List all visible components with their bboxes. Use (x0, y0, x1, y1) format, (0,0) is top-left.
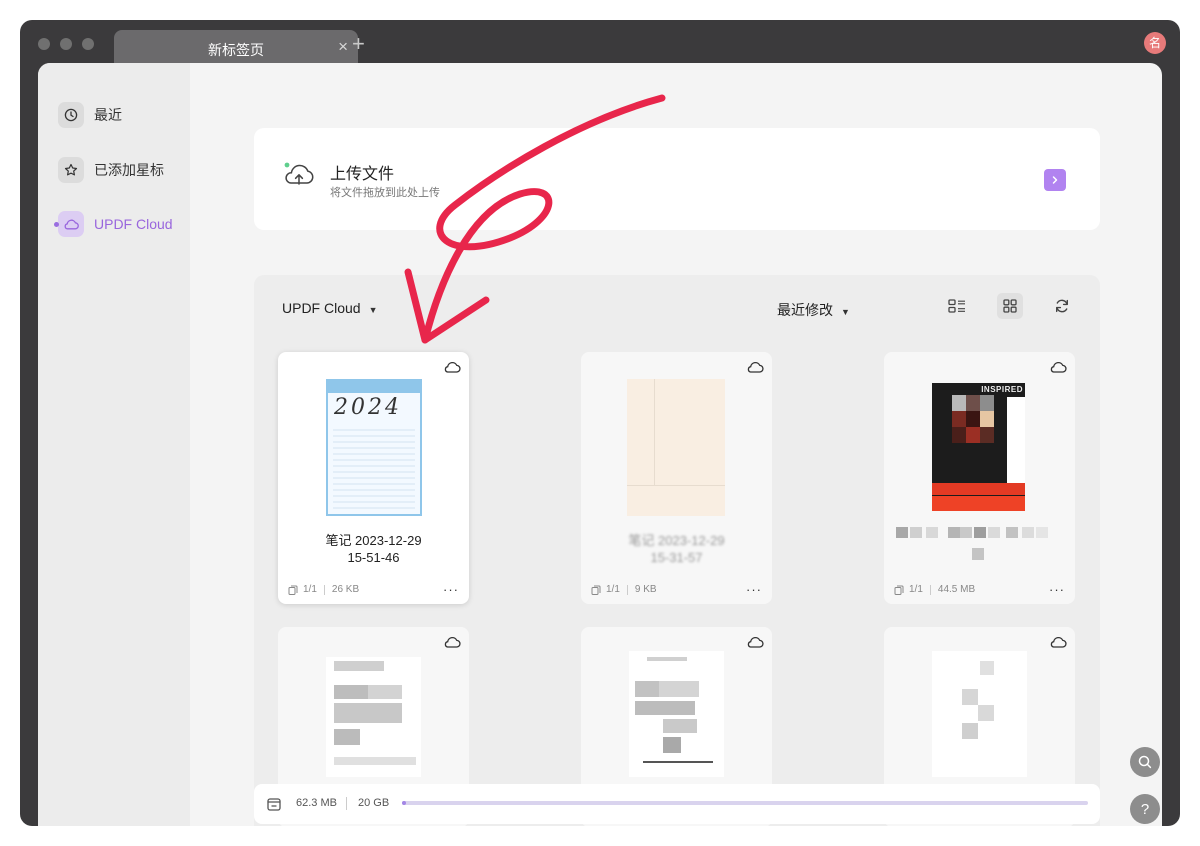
new-tab-button[interactable]: + (352, 32, 365, 56)
file-name-redacted (896, 527, 1064, 541)
upload-dropzone[interactable]: 上传文件 将文件拖放到此处上传 (254, 128, 1100, 230)
cloud-synced-icon (747, 636, 764, 648)
file-size: 9 KB (634, 584, 657, 595)
file-thumbnail (627, 379, 725, 516)
upload-subtitle: 将文件拖放到此处上传 (330, 187, 440, 199)
cloud-synced-icon (444, 636, 461, 648)
grid-view-icon (1003, 299, 1017, 313)
active-indicator (54, 222, 59, 227)
file-pages: 1/1 (303, 584, 317, 595)
tab-close-icon[interactable]: × (338, 37, 348, 57)
grid-view-button[interactable] (997, 293, 1023, 319)
chevron-right-icon[interactable] (1044, 169, 1066, 191)
sidebar-item-updf-cloud[interactable]: UPDF Cloud (54, 210, 173, 238)
file-meta: 1/1 9 KB (591, 584, 657, 595)
file-name-redacted (972, 548, 984, 560)
sidebar-item-starred[interactable]: 已添加星标 (58, 156, 164, 184)
sidebar-item-label: 最近 (94, 107, 122, 123)
storage-progress (402, 801, 1088, 805)
cloud-upload-icon (282, 160, 316, 193)
file-meta: 1/1 44.5 MB (894, 584, 975, 595)
sidebar-item-label: UPDF Cloud (94, 216, 173, 232)
file-card[interactable]: 笔记 2023-12-29 15-31-57 1/1 9 KB ··· (581, 352, 772, 604)
file-thumbnail-redacted (326, 657, 421, 777)
cover-title: INSPIRED (981, 385, 1023, 394)
file-meta: 1/1 26 KB (288, 584, 359, 595)
divider (346, 797, 347, 810)
storage-used: 62.3 MB (296, 797, 337, 809)
more-options-button[interactable]: ··· (1049, 582, 1065, 597)
title-bar: 新标签页 × + 名 (20, 20, 1180, 66)
sort-dropdown-label: 最近修改 (777, 302, 833, 318)
file-pages: 1/1 (606, 584, 620, 595)
upload-title: 上传文件 (330, 166, 395, 183)
storage-total: 20 GB (358, 797, 390, 809)
pages-icon (591, 585, 601, 595)
file-name: 笔记 2023-12-29 15-31-57 (628, 533, 725, 565)
files-panel: UPDF Cloud ▼ 最近修改 ▼ 2024 笔记 2023-12-29 1… (254, 275, 1100, 826)
sidebar-item-recent[interactable]: 最近 (58, 101, 122, 129)
pages-icon (288, 585, 298, 595)
caret-down-icon: ▼ (368, 305, 378, 315)
cloud-icon (58, 211, 84, 237)
thumbnail-handwriting: 2024 (334, 395, 402, 420)
folder-dropdown-label: UPDF Cloud (282, 300, 361, 316)
cloud-synced-icon (444, 361, 461, 373)
tab-title: 新标签页 (208, 42, 264, 58)
refresh-button[interactable] (1049, 293, 1075, 319)
app-window: 新标签页 × + 名 最近 已添加星标 UPDF Cloud 上传文件 将文件拖… (20, 20, 1180, 826)
help-icon: ? (1140, 800, 1150, 818)
storage-icon (267, 798, 281, 811)
list-view-icon (948, 299, 965, 313)
file-card[interactable]: INSPIRED 1/1 44.5 MB ··· (884, 352, 1075, 604)
avatar[interactable]: 名 (1144, 32, 1166, 54)
zoom-window-button[interactable] (82, 38, 94, 50)
star-icon (58, 157, 84, 183)
more-options-button[interactable]: ··· (443, 582, 459, 597)
cloud-synced-icon (747, 361, 764, 373)
file-thumbnail: 2024 (326, 379, 422, 516)
search-icon (1138, 755, 1152, 769)
folder-dropdown[interactable]: UPDF Cloud ▼ (282, 300, 378, 316)
pages-icon (894, 585, 904, 595)
clock-icon (58, 102, 84, 128)
file-pages: 1/1 (909, 584, 923, 595)
sort-dropdown[interactable]: 最近修改 ▼ (777, 300, 850, 320)
storage-progress-fill (402, 801, 407, 805)
file-name: 笔记 2023-12-29 15-51-46 (325, 533, 422, 565)
caret-down-icon: ▼ (841, 307, 850, 317)
file-thumbnail-redacted (629, 651, 724, 777)
book-cover-thumbnail: INSPIRED (932, 383, 1025, 511)
storage-bar: 62.3 MB 20 GB (254, 784, 1100, 824)
more-options-button[interactable]: ··· (746, 582, 762, 597)
minimize-window-button[interactable] (60, 38, 72, 50)
help-button[interactable]: ? (1130, 794, 1160, 824)
refresh-icon (1056, 299, 1068, 313)
file-thumbnail-redacted (932, 651, 1027, 777)
browser-tab[interactable]: 新标签页 × (114, 30, 358, 66)
search-button[interactable] (1130, 747, 1160, 777)
close-window-button[interactable] (38, 38, 50, 50)
file-size: 26 KB (331, 584, 360, 595)
file-card[interactable]: 2024 笔记 2023-12-29 15-51-46 1/1 26 KB ··· (278, 352, 469, 604)
file-size: 44.5 MB (937, 584, 976, 595)
list-view-button[interactable] (944, 293, 970, 319)
sidebar: 最近 已添加星标 UPDF Cloud (38, 63, 190, 826)
main-content: 最近 已添加星标 UPDF Cloud 上传文件 将文件拖放到此处上传 UPDF… (38, 63, 1162, 826)
cloud-synced-icon (1050, 361, 1067, 373)
sidebar-item-label: 已添加星标 (94, 162, 164, 178)
cloud-synced-icon (1050, 636, 1067, 648)
